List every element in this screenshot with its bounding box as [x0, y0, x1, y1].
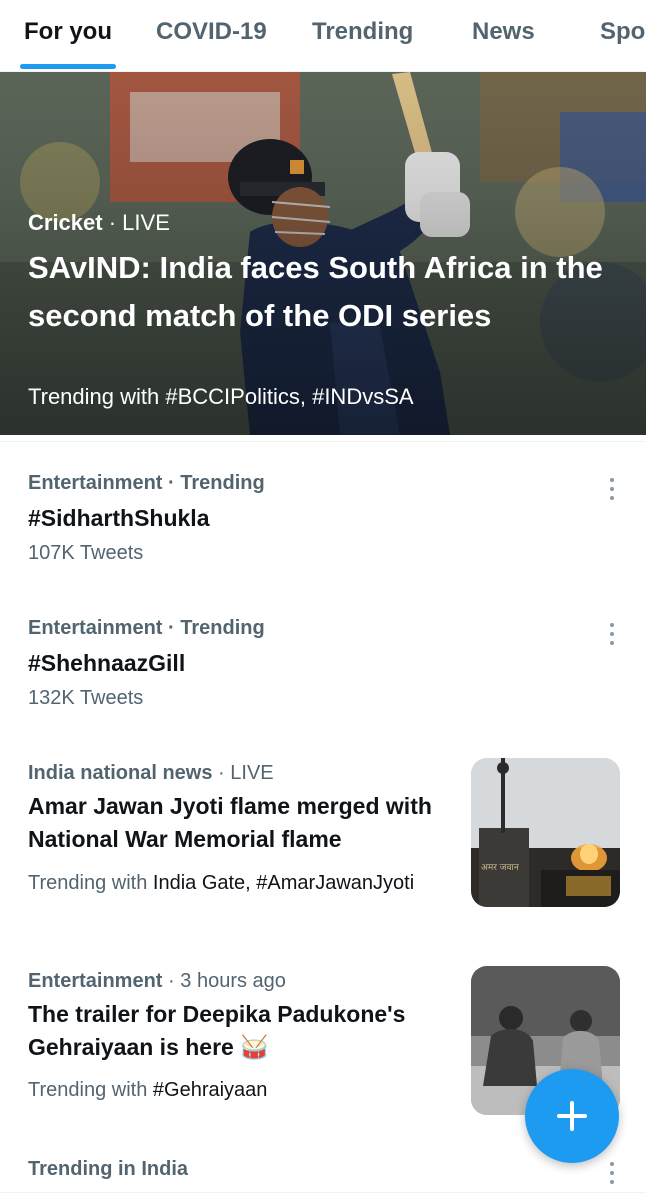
news-item[interactable]: India national news · LIVE Amar Jawan Jy… — [0, 758, 646, 928]
section-divider — [0, 1192, 646, 1193]
trend-category: Entertainment — [28, 472, 163, 494]
more-vertical-icon[interactable] — [608, 478, 616, 505]
hero-status: LIVE — [122, 210, 170, 235]
news-trending: Trending with India Gate, #AmarJawanJyot… — [28, 868, 448, 898]
trending-prefix: Trending with — [28, 872, 148, 894]
meta-separator: · — [168, 970, 175, 992]
trend-item[interactable]: Entertainment · Trending #ShehnaazGill 1… — [0, 605, 646, 725]
news-meta: India national news · LIVE — [28, 762, 274, 785]
more-vertical-icon[interactable] — [608, 1162, 616, 1189]
section-title: Trending in India — [28, 1158, 188, 1180]
explore-page: For you COVID-19 Trending News Spo Crick… — [0, 0, 646, 1200]
tab-for-you[interactable]: For you — [20, 0, 116, 71]
tab-label: Spo — [600, 18, 646, 45]
more-vertical-icon[interactable] — [608, 623, 616, 650]
trend-category: Entertainment — [28, 617, 163, 639]
tab-covid-19[interactable]: COVID-19 — [156, 0, 267, 71]
news-title: The trailer for Deepika Padukone's Gehra… — [28, 1001, 406, 1060]
news-status: LIVE — [230, 762, 274, 784]
tab-label: News — [472, 18, 535, 45]
news-category: India national news — [28, 762, 213, 784]
trending-tags: #BCCIPolitics, #INDvsSA — [165, 384, 414, 409]
trend-topic: #SidharthShukla — [28, 505, 210, 531]
tab-news[interactable]: News — [472, 0, 535, 71]
trend-count: 107K Tweets — [28, 542, 144, 564]
news-category: Entertainment — [28, 970, 163, 992]
news-meta: Entertainment · 3 hours ago — [28, 970, 286, 993]
tab-trending[interactable]: Trending — [312, 0, 414, 71]
trending-prefix: Trending with — [28, 1079, 148, 1101]
meta-separator: · — [168, 472, 175, 494]
trend-count: 132K Tweets — [28, 687, 144, 709]
explore-tabs: For you COVID-19 Trending News Spo — [0, 0, 646, 72]
trend-meta: Entertainment · Trending — [28, 472, 265, 495]
active-tab-indicator — [20, 64, 116, 69]
trend-topic: #ShehnaazGill — [28, 650, 186, 676]
section-divider — [0, 441, 646, 442]
news-status: 3 hours ago — [180, 970, 286, 992]
meta-separator: · — [218, 762, 225, 784]
hero-trending: Trending with #BCCIPolitics, #INDvsSA — [28, 384, 414, 410]
meta-separator: · — [168, 617, 175, 639]
trending-tags: India Gate, #AmarJawanJyoti — [152, 872, 415, 894]
trend-status: Trending — [180, 617, 265, 639]
hero-card[interactable]: Cricket · LIVE SAvIND: India faces South… — [0, 72, 646, 435]
tab-label: Trending — [312, 18, 414, 45]
tab-label: For you — [24, 18, 112, 45]
hero-meta: Cricket · LIVE — [28, 210, 170, 236]
meta-separator: · — [108, 210, 117, 235]
trending-tags: #Gehraiyaan — [152, 1079, 268, 1101]
hero-title: SAvIND: India faces South Africa in the … — [28, 250, 603, 333]
trend-status: Trending — [180, 472, 265, 494]
trending-prefix: Trending with — [28, 384, 160, 409]
trend-item[interactable]: Entertainment · Trending #SidharthShukla… — [0, 460, 646, 580]
thumbnail-caption: अमर जवान — [481, 863, 520, 873]
news-trending: Trending with #Gehraiyaan — [28, 1075, 448, 1105]
trend-meta: Entertainment · Trending — [28, 617, 265, 640]
compose-button[interactable] — [525, 1069, 619, 1163]
hero-category: Cricket — [28, 210, 103, 235]
tab-label: COVID-19 — [156, 18, 267, 45]
news-thumbnail[interactable]: अमर जवान — [471, 758, 620, 907]
tab-sports[interactable]: Spo — [600, 0, 646, 71]
news-title: Amar Jawan Jyoti flame merged with Natio… — [28, 793, 432, 852]
